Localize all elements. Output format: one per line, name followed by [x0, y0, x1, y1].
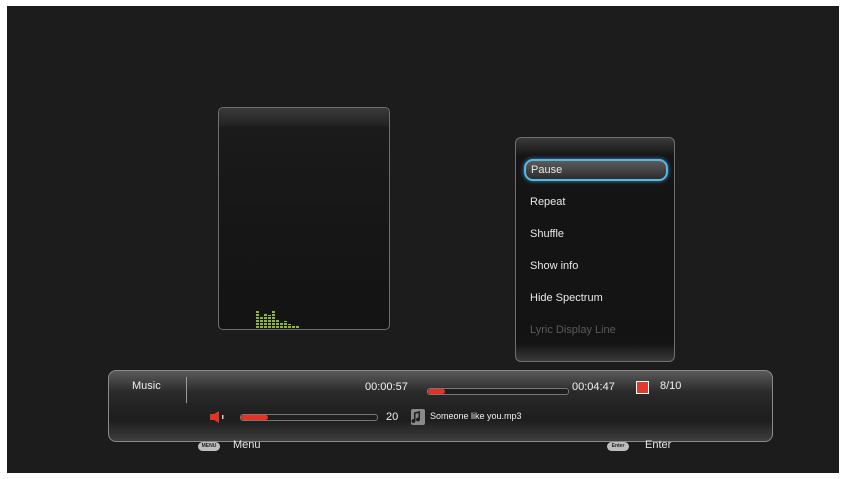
spectrum-bar: [288, 324, 291, 328]
spectrum-bar: [268, 315, 271, 328]
elapsed-time: 00:00:57: [365, 381, 408, 393]
options-menu: Pause Repeat Shuffle Show info Hide Spec…: [515, 137, 675, 362]
spectrum-bar: [280, 322, 283, 328]
section-label: Music: [132, 380, 161, 392]
spectrum-panel: [218, 107, 390, 330]
menu-hint-label: Menu: [233, 439, 261, 451]
volume-slider[interactable]: [240, 414, 378, 421]
menu-item-hide-spectrum[interactable]: Hide Spectrum: [524, 287, 668, 309]
spectrum-bar: [256, 311, 259, 328]
total-time: 00:04:47: [572, 381, 615, 393]
spectrum-bar: [260, 316, 263, 328]
volume-fill: [241, 415, 269, 420]
playback-progress-bar[interactable]: [427, 388, 569, 395]
volume-value: 20: [386, 411, 399, 423]
playback-progress-fill: [428, 389, 445, 394]
spectrum-visualizer: [256, 308, 301, 328]
divider: [186, 377, 187, 403]
playback-info-bar: Music 00:00:57 00:04:47 8/10 20 Someone …: [108, 370, 773, 442]
spectrum-bar: [264, 313, 267, 328]
panel-header-sheen: [219, 108, 389, 126]
music-note-icon: [411, 409, 425, 425]
spectrum-bar: [276, 319, 279, 328]
enter-key-icon: Enter: [607, 442, 629, 451]
menu-item-repeat[interactable]: Repeat: [524, 191, 668, 213]
enter-hint-label: Enter: [645, 439, 672, 451]
menu-key-icon: MENU: [198, 442, 220, 451]
spectrum-bar: [272, 310, 275, 328]
menu-item-show-info[interactable]: Show info: [524, 255, 668, 277]
menu-item-shuffle[interactable]: Shuffle: [524, 223, 668, 245]
track-position: 8/10: [660, 380, 682, 392]
song-title: Someone like you.mp3: [430, 411, 522, 421]
menu-item-pause[interactable]: Pause: [524, 159, 668, 181]
spectrum-bar: [284, 321, 287, 328]
playlist-icon: [636, 381, 649, 394]
spectrum-bar: [292, 325, 295, 328]
media-player-screen: Pause Repeat Shuffle Show info Hide Spec…: [7, 6, 839, 473]
menu-item-lyric-display-line: Lyric Display Line: [530, 324, 616, 336]
speaker-icon[interactable]: [210, 411, 226, 423]
spectrum-bar: [296, 325, 299, 328]
